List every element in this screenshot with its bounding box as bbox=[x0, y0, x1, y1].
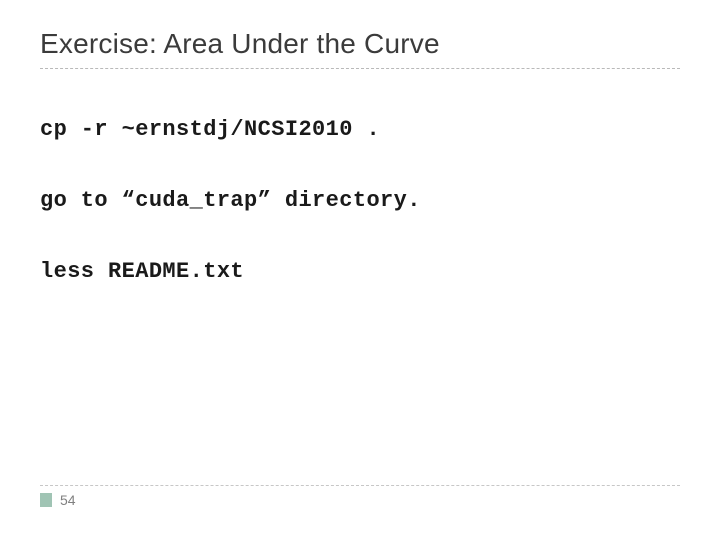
code-line-3: less README.txt bbox=[40, 259, 680, 284]
code-line-1: cp -r ~ernstdj/NCSI2010 . bbox=[40, 117, 680, 142]
page-number-wrap: 54 bbox=[40, 492, 680, 508]
slide-title: Exercise: Area Under the Curve bbox=[40, 28, 680, 60]
footer-divider bbox=[40, 485, 680, 486]
code-line-2: go to “cuda_trap” directory. bbox=[40, 188, 680, 213]
page-marker-icon bbox=[40, 493, 52, 507]
title-divider bbox=[40, 68, 680, 69]
slide-footer: 54 bbox=[40, 485, 680, 508]
slide: Exercise: Area Under the Curve cp -r ~er… bbox=[0, 0, 720, 540]
slide-content: cp -r ~ernstdj/NCSI2010 . go to “cuda_tr… bbox=[40, 117, 680, 284]
page-number: 54 bbox=[60, 492, 76, 508]
